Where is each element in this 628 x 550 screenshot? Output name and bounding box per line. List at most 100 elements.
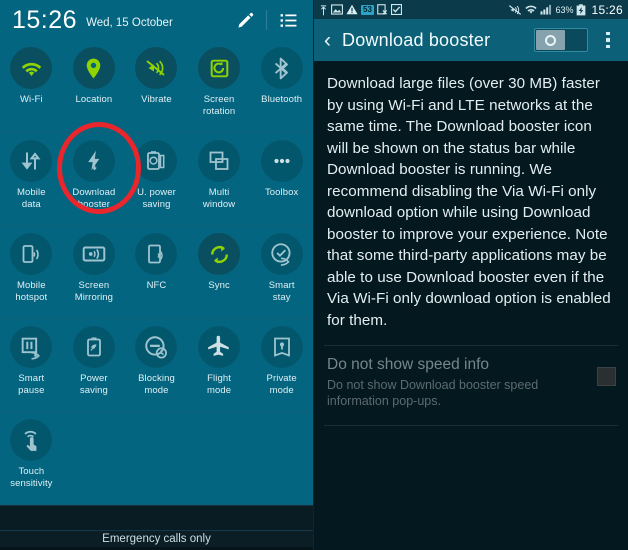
qs-tile-bluetooth[interactable]: Bluetooth [250, 40, 313, 132]
qs-tile-nfc[interactable]: NFC [125, 226, 188, 318]
private-mode-icon [260, 326, 303, 368]
qs-tile-blocking-mode[interactable]: Blocking mode [125, 319, 188, 411]
qs-tile-mobile-data[interactable]: Mobile data [0, 133, 63, 225]
screen-rotation-icon [198, 47, 241, 89]
quick-settings-grid: Wi-Fi Location Vibrate Screen rotation B… [0, 40, 313, 505]
toggle-knob [536, 30, 565, 50]
qs-tile-touch-sensitivity[interactable]: Touch sensitivity [0, 412, 63, 504]
pencil-icon[interactable] [230, 7, 260, 33]
usb-icon [319, 4, 328, 16]
multi-window-icon [198, 140, 241, 182]
battery-percent-label: 63% [555, 4, 574, 15]
qs-tile-label: Mobile data [17, 187, 46, 210]
qs-tile-smart-stay[interactable]: Smart stay [250, 226, 313, 318]
qs-tile-label: Multi window [202, 187, 236, 210]
date-label: Wed, 15 October [86, 17, 173, 29]
nfc-icon [135, 233, 178, 275]
qs-tile-label: Bluetooth [261, 94, 303, 105]
ultra-power-saving-icon [135, 140, 178, 182]
preference-checkbox[interactable] [597, 367, 616, 386]
mobile-hotspot-icon [10, 233, 53, 275]
dual-screenshot-container: 15:26 Wed, 15 October Wi-Fi Location Vib… [0, 0, 628, 550]
qs-tile-label: U. power saving [137, 187, 176, 210]
status-bar: 53 63% 15:26 [314, 0, 628, 19]
battery-charging-icon [576, 3, 586, 16]
qs-tile-flight-mode[interactable]: Flight mode [188, 319, 251, 411]
quick-settings-row: Mobile hotspot Screen Mirroring NFC Sync… [0, 226, 313, 319]
blocking-mode-icon [135, 326, 178, 368]
qs-tile-screen-mirroring[interactable]: Screen Mirroring [63, 226, 126, 318]
qs-tile-label: Power saving [79, 373, 108, 396]
smart-stay-icon [260, 233, 303, 275]
smart-pause-icon [10, 326, 53, 368]
settings-empty-area [314, 426, 628, 550]
bluetooth-icon [260, 47, 303, 89]
flight-mode-icon [198, 326, 241, 368]
qs-tile-screen-rotation[interactable]: Screen rotation [188, 40, 251, 132]
wifi-icon [525, 4, 538, 15]
notification-count-badge: 53 [361, 4, 374, 15]
status-bar-clock: 15:26 [591, 2, 623, 17]
no-sim-icon [377, 4, 388, 15]
qs-tile-label: Sync [208, 280, 230, 291]
app-bar: ‹ Download booster [314, 19, 628, 61]
download-booster-icon [72, 140, 115, 182]
sync-icon [198, 233, 241, 275]
touch-sensitivity-icon [10, 419, 53, 461]
qs-tile-label: Mobile hotspot [15, 280, 48, 303]
location-pin-icon [72, 47, 115, 89]
preference-texts: Do not show speed info Do not show Downl… [327, 355, 589, 409]
qs-tile-vibrate[interactable]: Vibrate [125, 40, 188, 132]
qs-tile-smart-pause[interactable]: Smart pause [0, 319, 63, 411]
preference-title: Do not show speed info [327, 356, 489, 373]
qs-tile-wifi[interactable]: Wi-Fi [0, 40, 63, 132]
screenshot-icon [331, 4, 343, 15]
vibrate-icon [135, 47, 178, 89]
qs-tile-label: Touch sensitivity [10, 466, 53, 489]
emergency-calls-label: Emergency calls only [102, 533, 211, 546]
quick-settings-row: Mobile data Download booster U. power sa… [0, 133, 313, 226]
quick-settings-row: Touch sensitivity [0, 412, 313, 505]
qs-tile-location[interactable]: Location [63, 40, 126, 132]
toggle-knob-ring [545, 34, 556, 46]
status-bar-left-icons: 53 [319, 4, 402, 16]
qs-tile-private-mode[interactable]: Private mode [250, 319, 313, 411]
download-booster-settings-screen: 53 63% 15:26 ‹ Download booster Download… [314, 0, 628, 550]
qs-tile-power-saving[interactable]: Power saving [63, 319, 126, 411]
qs-tile-label: Smart stay [268, 280, 295, 303]
quick-settings-header: 15:26 Wed, 15 October [0, 0, 313, 40]
status-badge: Emergency calls only [0, 530, 313, 548]
qs-tile-label: Flight mode [206, 373, 232, 396]
qs-tile-label: Smart pause [18, 373, 45, 396]
qs-tile-u-power-saving[interactable]: U. power saving [125, 133, 188, 225]
page-title: Download booster [342, 29, 491, 50]
clock: 15:26 [12, 5, 78, 34]
qs-tile-download-booster[interactable]: Download booster [63, 133, 126, 225]
qs-tile-label: NFC [146, 280, 167, 291]
qs-tile-mobile-hotspot[interactable]: Mobile hotspot [0, 226, 63, 318]
qs-tile-label: Location [75, 94, 113, 105]
qs-tile-label: Wi-Fi [19, 94, 43, 105]
toolbox-icon [260, 140, 303, 182]
notification-shade-area [0, 505, 313, 531]
mobile-data-icon [10, 140, 53, 182]
warning-icon [346, 4, 358, 15]
qs-tile-label: Screen rotation [202, 94, 236, 117]
qs-tile-label: Download booster [72, 187, 116, 210]
power-saving-icon [72, 326, 115, 368]
qs-tile-sync[interactable]: Sync [188, 226, 251, 318]
qs-tile-multi-window[interactable]: Multi window [188, 133, 251, 225]
qs-tile-toolbox[interactable]: Toolbox [250, 133, 313, 225]
status-bar-right-icons: 63% 15:26 [508, 3, 623, 17]
vibrate-mute-icon [508, 4, 522, 16]
list-icon[interactable] [273, 7, 303, 33]
download-booster-toggle[interactable] [534, 28, 588, 52]
quick-settings-screen: 15:26 Wed, 15 October Wi-Fi Location Vib… [0, 0, 314, 550]
back-chevron-icon[interactable]: ‹ [324, 30, 331, 51]
preference-do-not-show-speed-info[interactable]: Do not show speed info Do not show Downl… [314, 346, 628, 419]
screen-mirroring-icon [72, 233, 115, 275]
signal-bars-icon [540, 4, 552, 15]
kebab-menu-icon[interactable] [596, 31, 620, 49]
wifi-icon [10, 47, 53, 89]
header-divider [266, 10, 267, 30]
